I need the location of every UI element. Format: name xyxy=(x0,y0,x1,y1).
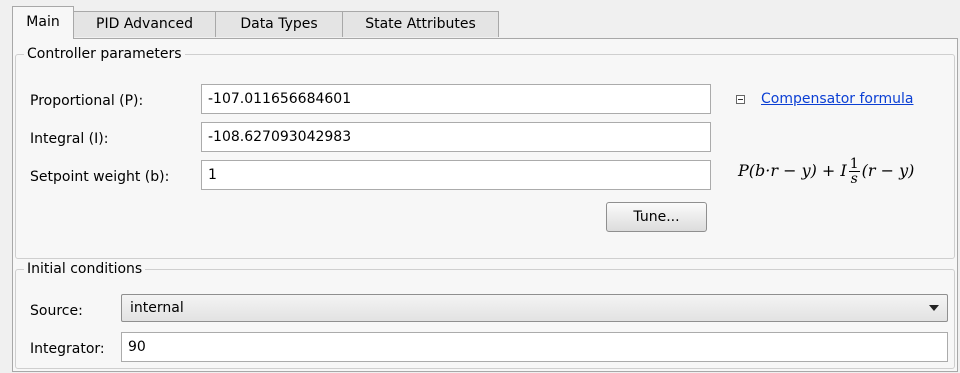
integral-label: Integral (I): xyxy=(30,131,109,147)
initial-conditions-group: Initial conditions Source: internal Inte… xyxy=(15,260,955,369)
proportional-label: Proportional (P): xyxy=(30,93,144,109)
source-select-value: internal xyxy=(130,300,184,316)
source-label: Source: xyxy=(30,303,83,319)
setpoint-weight-label: Setpoint weight (b): xyxy=(30,169,170,185)
compensator-formula: P(b·r − y) + I 1 s (r − y) xyxy=(738,157,914,186)
integral-input[interactable] xyxy=(201,122,711,152)
source-select[interactable]: internal xyxy=(121,294,948,322)
tune-button[interactable]: Tune... xyxy=(606,202,707,232)
controller-parameters-group: Controller parameters Proportional (P): … xyxy=(15,45,955,259)
formula-right: (r − y) xyxy=(861,161,915,180)
collapse-minus-icon[interactable] xyxy=(736,95,745,104)
tab-pid-advanced[interactable]: PID Advanced xyxy=(73,11,216,37)
tab-main[interactable]: Main xyxy=(12,6,74,39)
chevron-down-icon xyxy=(929,305,939,311)
formula-numerator: 1 xyxy=(848,156,860,172)
integrator-input[interactable] xyxy=(121,332,948,362)
controller-parameters-title: Controller parameters xyxy=(24,45,185,63)
integrator-label: Integrator: xyxy=(30,341,105,357)
formula-left: P(b·r − y) + I xyxy=(738,161,847,180)
tab-state-attributes[interactable]: State Attributes xyxy=(342,11,499,37)
tab-data-types[interactable]: Data Types xyxy=(215,11,343,37)
proportional-input[interactable] xyxy=(201,84,711,114)
setpoint-weight-input[interactable] xyxy=(201,160,711,190)
initial-conditions-title: Initial conditions xyxy=(24,260,146,278)
compensator-formula-link[interactable]: Compensator formula xyxy=(761,90,913,108)
main-tab-pane: Controller parameters Proportional (P): … xyxy=(12,38,958,372)
formula-fraction: 1s xyxy=(848,156,860,187)
formula-denominator: s xyxy=(850,171,858,187)
